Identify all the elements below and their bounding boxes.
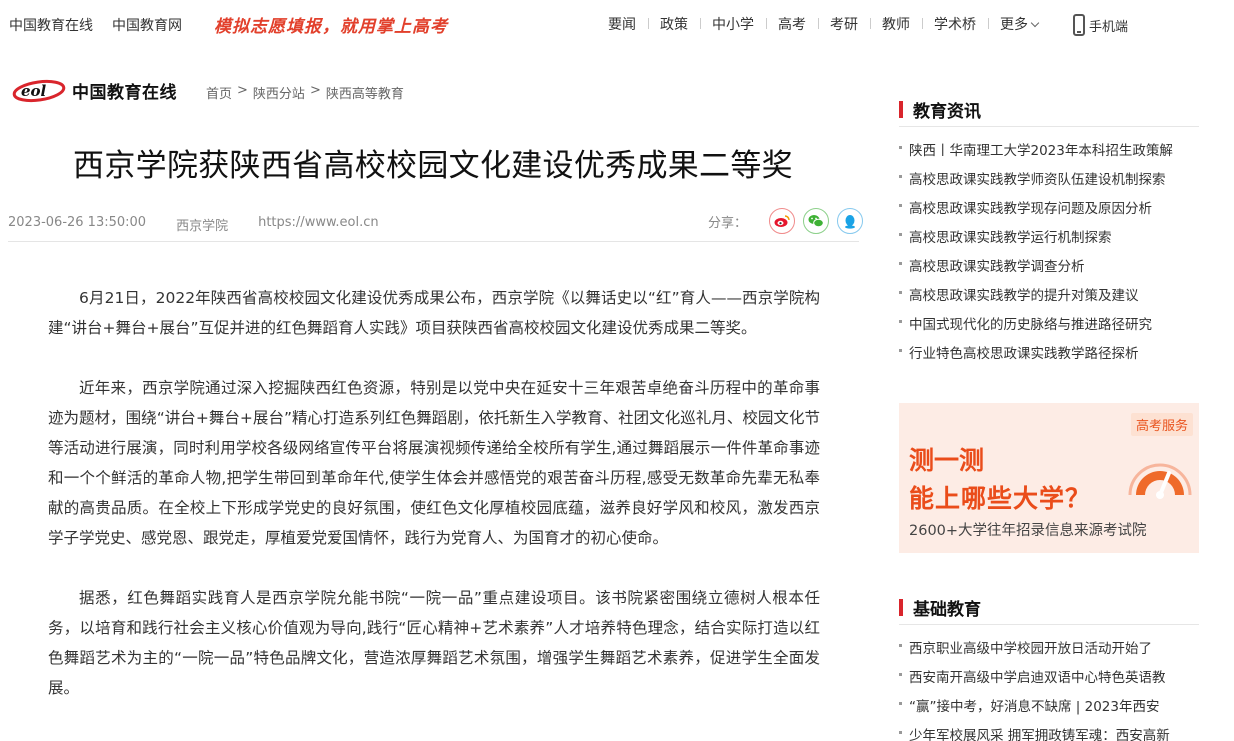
sidebar-news-heading: 教育资讯 [899, 97, 981, 122]
article-paragraph: 据悉，红色舞蹈实践育人是西京学院允能书院“一院一品”重点建设项目。该书院紧密围绕… [48, 589, 820, 697]
share-bar: 分享： [708, 208, 864, 234]
breadcrumb-separator: > [237, 83, 248, 98]
heading-accent-bar [899, 599, 903, 616]
article-paragraph: 近年来，西京学院通过深入挖掘陕西红色资源，特别是以党中央在延安十三年艰苦卓绝奋斗… [48, 379, 820, 547]
ad-tag: 高考服务 [1130, 413, 1193, 436]
sidebar-news-title: 教育资讯 [913, 102, 981, 122]
article-source: 西京学院 [176, 219, 229, 234]
mobile-link[interactable]: 手机端 [1073, 14, 1128, 36]
site-link-eol[interactable]: 中国教育在线 [9, 15, 93, 35]
sidebar-news-item[interactable]: 高校思政课实践教学现存问题及原因分析 [897, 197, 1202, 226]
qq-share-button[interactable] [837, 208, 864, 234]
sidebar-divider [899, 624, 1199, 625]
sidebar-news-item[interactable]: 中国式现代化的历史脉络与推进路径研究 [897, 313, 1202, 342]
breadcrumb-home[interactable]: 首页 [206, 83, 232, 102]
main-nav: 要闻 政策 中小学 高考 考研 教师 学术桥 更多 [596, 14, 1050, 34]
gaokao-service-banner[interactable]: 高考服务 测一测 能上哪些大学？ 2600+大学往年招录信息来源考试院 [899, 403, 1199, 553]
breadcrumb-higher-edu[interactable]: 陕西高等教育 [326, 83, 404, 102]
mobile-label: 手机端 [1089, 19, 1129, 35]
meta-divider [8, 241, 859, 242]
qq-icon [845, 214, 856, 229]
sidebar-news-item[interactable]: 高校思政课实践教学调查分析 [897, 255, 1202, 284]
sidebar-basic-item[interactable]: 西京职业高级中学校园开放日活动开始了 [897, 637, 1202, 666]
logo-mark-text: eol [21, 82, 47, 100]
share-label: 分享： [708, 215, 748, 231]
nav-item-teacher[interactable]: 教师 [870, 14, 922, 34]
article-paragraph: 6月21日，2022年陕西省高校校园文化建设优秀成果公布，西京学院《以舞话史以“… [48, 289, 820, 337]
article-url[interactable]: https://www.eol.cn [258, 215, 379, 234]
chevron-down-icon [1030, 18, 1040, 28]
sidebar-basic-item[interactable]: “赢”接中考，好消息不缺席 | 2023年西安 [897, 695, 1202, 724]
sidebar-news-item[interactable]: 高校思政课实践教学运行机制探索 [897, 226, 1202, 255]
sidebar-news-item[interactable]: 高校思政课实践教学的提升对策及建议 [897, 284, 1202, 313]
sidebar-news-item[interactable]: 高校思政课实践教学师资队伍建设机制探索 [897, 168, 1202, 197]
site-link-edu-net[interactable]: 中国教育网 [112, 15, 182, 35]
slogan-banner[interactable]: 模拟志愿填报，就用掌上高考 [214, 12, 448, 37]
sidebar-basic-item[interactable]: 西安南开高级中学启迪双语中心特色英语教 [897, 666, 1202, 695]
breadcrumb-separator: > [309, 83, 321, 98]
wechat-share-button[interactable] [803, 208, 830, 234]
sidebar-basic-heading: 基础教育 [899, 595, 981, 620]
article-meta: 2023-06-26 13:50:00 西京学院 https://www.eol… [8, 215, 409, 234]
wechat-icon [808, 215, 824, 228]
sidebar-basic-title: 基础教育 [913, 600, 981, 620]
gauge-icon [1128, 463, 1192, 499]
nav-item-k12[interactable]: 中小学 [700, 14, 766, 34]
site-logo[interactable]: eol 中国教育在线 [12, 76, 177, 104]
ad-subline: 2600+大学往年招录信息来源考试院 [909, 523, 1147, 539]
article-body: 6月21日，2022年陕西省高校校园文化建设优秀成果公布，西京学院《以舞话史以“… [48, 283, 820, 733]
logo-text: 中国教育在线 [72, 82, 177, 103]
ad-headline-2: 能上哪些大学？ [909, 484, 1092, 513]
sidebar-news-item[interactable]: 陕西丨华南理工大学2023年本科招生政策解 [897, 139, 1202, 168]
nav-item-kaoyan[interactable]: 考研 [818, 14, 870, 34]
weibo-share-button[interactable] [769, 208, 796, 234]
top-bar: 中国教育在线 中国教育网 模拟志愿填报，就用掌上高考 要闻 政策 中小学 高考 … [0, 0, 1234, 48]
breadcrumb: 首页 > 陕西分站 > 陕西高等教育 [206, 83, 404, 102]
nav-more-label: 更多 [1000, 17, 1028, 33]
nav-item-gaokao[interactable]: 高考 [766, 14, 818, 34]
sidebar-basic-list: 西京职业高级中学校园开放日活动开始了 西安南开高级中学启迪双语中心特色英语教 “… [897, 637, 1202, 741]
phone-icon [1073, 14, 1085, 36]
sidebar-news-item[interactable]: 行业特色高校思政课实践教学路径探析 [897, 342, 1202, 371]
article-title: 西京学院获陕西省高校校园文化建设优秀成果二等奖 [73, 148, 793, 184]
weibo-icon [774, 215, 790, 227]
breadcrumb-shaanxi[interactable]: 陕西分站 [253, 83, 305, 102]
ad-headline-1: 测一测 [909, 446, 985, 475]
sidebar-basic-item[interactable]: 少年军校展风采 拥军拥政铸军魂：西安高新 [897, 724, 1202, 741]
nav-item-more[interactable]: 更多 [988, 14, 1050, 34]
eol-logo-icon: eol [12, 79, 66, 103]
article-date: 2023-06-26 13:50:00 [8, 215, 147, 230]
heading-accent-bar [899, 101, 903, 118]
nav-item-academic[interactable]: 学术桥 [922, 14, 988, 34]
nav-item-policy[interactable]: 政策 [648, 14, 700, 34]
sidebar-divider [899, 126, 1199, 127]
sidebar-news-list: 陕西丨华南理工大学2023年本科招生政策解 高校思政课实践教学师资队伍建设机制探… [897, 139, 1202, 371]
nav-item-news[interactable]: 要闻 [596, 14, 648, 34]
